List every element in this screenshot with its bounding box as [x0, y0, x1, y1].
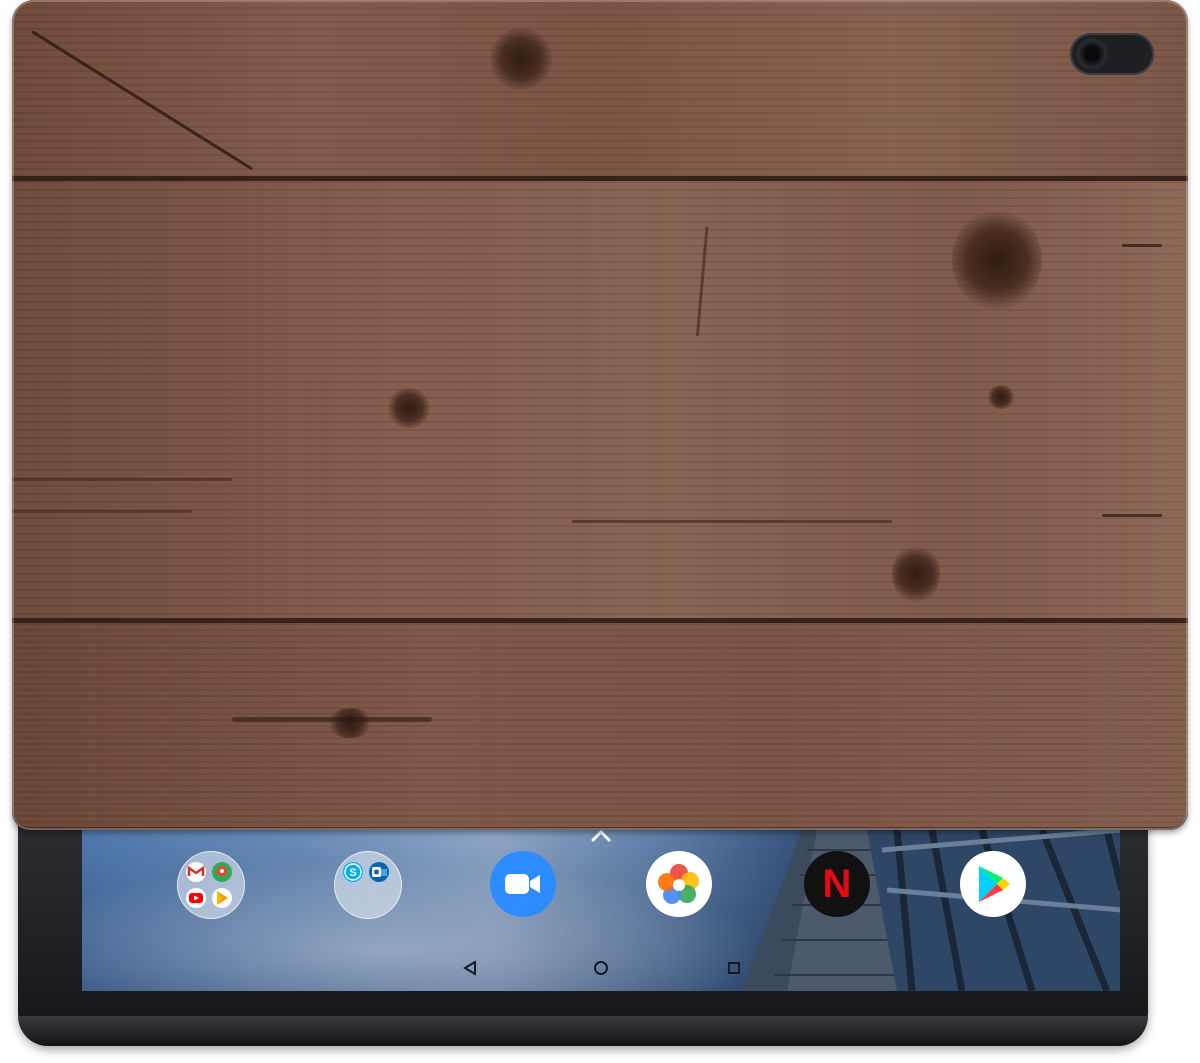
tablet-edge [18, 1016, 1148, 1046]
google-apps-folder[interactable] [177, 851, 245, 919]
wood-knot [327, 708, 373, 738]
camera-lens-icon [1076, 38, 1108, 70]
netflix-icon: N [822, 862, 852, 906]
play-store-icon [979, 866, 1010, 902]
gmail-icon [186, 862, 206, 882]
wood-crack [12, 510, 192, 513]
wood-knot [987, 385, 1015, 409]
youtube-icon [186, 888, 206, 908]
skype-icon: S [343, 862, 363, 882]
camera-cutout [1070, 33, 1154, 75]
wood-knot [388, 388, 430, 428]
pinwheel-icon [658, 864, 699, 904]
skype-outlook-folder[interactable]: S [334, 851, 402, 919]
svg-text:S: S [349, 867, 356, 879]
wood-crack [572, 520, 892, 523]
wood-crack [232, 717, 432, 722]
wallpaper-pier [742, 830, 1120, 991]
maps-icon [212, 862, 232, 882]
wood-crack [12, 478, 232, 481]
recents-icon[interactable] [727, 960, 741, 976]
video-camera-icon [505, 874, 540, 894]
photos-app[interactable] [646, 851, 712, 917]
wood-knot [952, 210, 1042, 310]
wood-knot [892, 545, 940, 603]
play-store-app[interactable] [960, 851, 1026, 917]
wood-case-cover [12, 0, 1188, 830]
netflix-app[interactable]: N [804, 851, 870, 917]
google-play-music-icon [212, 888, 232, 908]
wood-crack [1102, 514, 1162, 517]
zoom-app[interactable] [490, 851, 556, 917]
outlook-icon [369, 862, 389, 882]
home-icon[interactable] [593, 960, 609, 976]
wood-plank [12, 623, 1188, 830]
back-icon[interactable] [463, 960, 477, 976]
wood-knot [490, 28, 552, 90]
wood-crack [1122, 244, 1162, 247]
wood-plank [12, 0, 1188, 178]
